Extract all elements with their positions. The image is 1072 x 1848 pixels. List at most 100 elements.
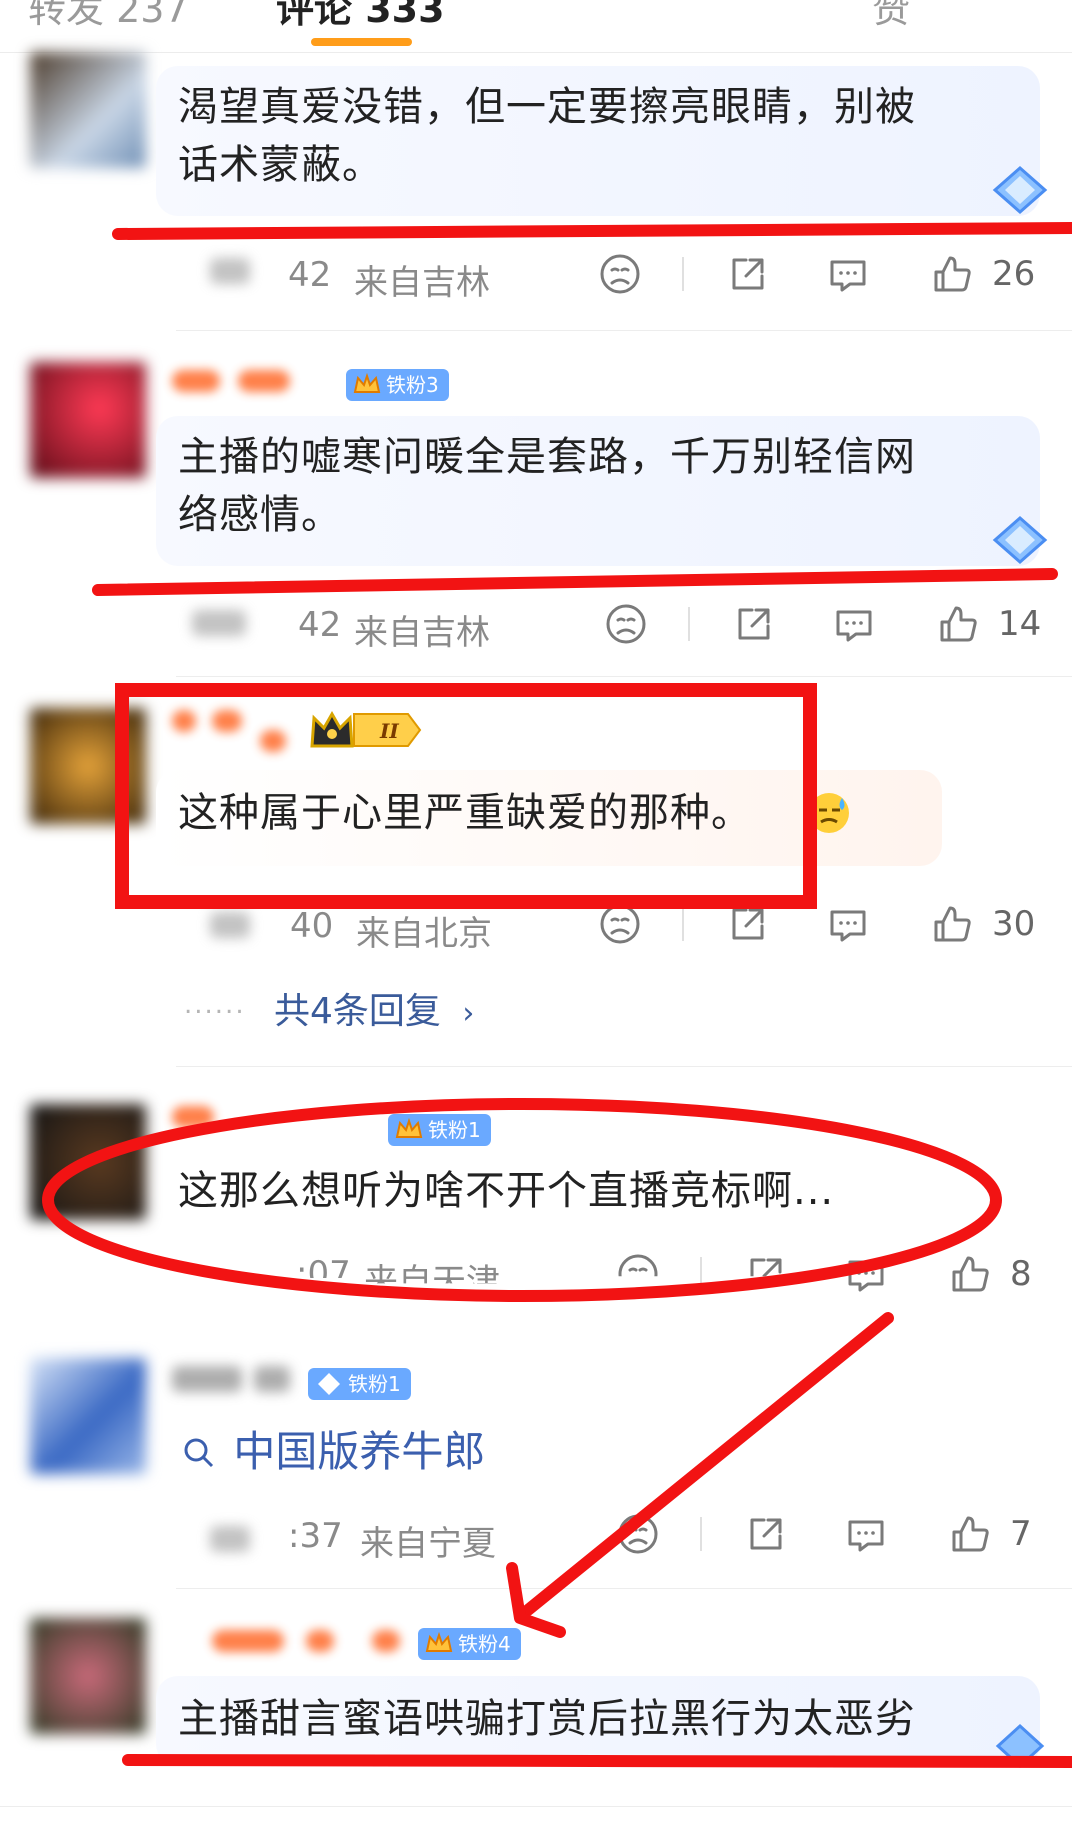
vip-crown-badge-icon: II: [310, 710, 422, 748]
active-tab-indicator: [311, 38, 412, 46]
like-count: 14: [998, 604, 1042, 644]
avatar[interactable]: [30, 1358, 146, 1474]
view-replies-link[interactable]: 共4条回复 ›: [274, 982, 474, 1034]
red-annotations: [42, 222, 1072, 1768]
username-blurred: [210, 258, 250, 284]
comment-separator: [176, 1588, 1072, 1589]
arrow-annotation: [522, 1312, 894, 1616]
badge-label: 铁粉3: [386, 373, 439, 397]
username-blurred: [192, 610, 246, 636]
avatar[interactable]: [30, 362, 146, 478]
comment-time: :07: [296, 1254, 351, 1294]
comment-separator: [176, 676, 1072, 677]
username-blurred: [260, 730, 286, 752]
username-blurred: [372, 1630, 400, 1652]
avatar[interactable]: [30, 1104, 146, 1220]
comment-text: 这那么想听为啥不开个直播竞标啊...: [178, 1168, 835, 1214]
tab-comments[interactable]: 评论 333: [276, 0, 445, 33]
share-icon[interactable]: [726, 902, 770, 946]
dislike-face-icon[interactable]: [598, 902, 642, 946]
action-divider: [700, 1257, 702, 1291]
username-blurred: [172, 710, 196, 732]
avatar[interactable]: [30, 708, 146, 824]
dislike-face-icon[interactable]: [598, 252, 642, 296]
diamond-decoration-icon: [995, 1723, 1045, 1769]
comment-text: 主播甜言蜜语哄骗打赏后拉黑行为太恶劣: [178, 1696, 916, 1742]
avatar[interactable]: [30, 52, 146, 168]
username-blurred: [172, 1106, 214, 1128]
like-count: 26: [992, 254, 1036, 294]
username-blurred: [210, 912, 250, 938]
avatar[interactable]: [30, 1618, 146, 1734]
comment-location: 来自天津: [364, 1262, 500, 1302]
username-blurred: [172, 1366, 242, 1392]
fan-badge: 铁粉3: [346, 369, 449, 401]
like-count: 30: [992, 904, 1036, 944]
diamond-icon: [318, 1373, 340, 1395]
comment-time: :37: [288, 1516, 343, 1556]
reply-icon[interactable]: [844, 1252, 888, 1296]
comment-location: 来自吉林: [354, 263, 490, 303]
comment-text: 渴望真爱没错，但一定要擦亮眼睛，别被: [178, 84, 916, 130]
tab-reposts[interactable]: 转发 237: [28, 0, 189, 33]
comment-separator: [176, 330, 1072, 331]
like-thumb-icon[interactable]: [930, 252, 974, 296]
header-divider: [0, 52, 1072, 53]
underline-annotation: [92, 568, 1058, 596]
replies-count: 共4条回复: [274, 991, 441, 1032]
footer-separator: [0, 1806, 1072, 1807]
dislike-face-icon[interactable]: [616, 1252, 660, 1296]
action-divider: [700, 1517, 702, 1551]
username-blurred: [212, 1630, 284, 1652]
like-thumb-icon[interactable]: [948, 1252, 992, 1296]
comment-text: 络感情。: [178, 492, 342, 538]
comment-time: 40: [290, 906, 334, 946]
diamond-decoration-icon: [992, 166, 1048, 214]
badge-label: 铁粉1: [348, 1372, 401, 1396]
sweat-emoji-icon: [809, 793, 849, 833]
username-blurred: [306, 1630, 334, 1652]
reply-icon[interactable]: [826, 252, 870, 296]
crown-icon: [395, 1117, 423, 1138]
search-topic-text: 中国版养牛郎: [233, 1427, 486, 1476]
fan-badge: 铁粉1: [388, 1114, 491, 1146]
underline-annotation: [112, 222, 1072, 240]
svg-text:II: II: [379, 719, 399, 743]
like-count: 8: [1010, 1254, 1032, 1294]
badge-label: 铁粉1: [428, 1118, 481, 1142]
like-count: 7: [1010, 1514, 1032, 1554]
comment-text: 这种属于心里严重缺爱的那种。: [178, 790, 752, 836]
reply-icon[interactable]: [832, 602, 876, 646]
crown-icon: [425, 1631, 453, 1652]
share-icon[interactable]: [726, 252, 770, 296]
comment-separator: [176, 1066, 1072, 1067]
search-topic-link[interactable]: 中国版养牛郎: [182, 1418, 485, 1479]
username-blurred: [254, 1366, 290, 1392]
dislike-face-icon[interactable]: [616, 1512, 660, 1556]
action-divider: [682, 907, 684, 941]
crown-icon: [353, 372, 381, 393]
tab-likes[interactable]: 赞: [872, 0, 910, 33]
share-icon[interactable]: [732, 602, 776, 646]
comment-text: 话术蒙蔽。: [178, 142, 383, 188]
username-blurred: [210, 1526, 250, 1552]
comment-text: 主播的嘘寒问暖全是套路，千万别轻信网: [178, 434, 916, 480]
username-blurred: [212, 710, 242, 732]
comment-time: 42: [298, 605, 342, 645]
diamond-decoration-icon: [992, 516, 1048, 564]
share-icon[interactable]: [744, 1512, 788, 1556]
like-thumb-icon[interactable]: [936, 602, 980, 646]
badge-label: 铁粉4: [458, 1632, 511, 1656]
search-icon: [184, 1438, 214, 1468]
username-blurred: [238, 370, 290, 392]
comment-time: 42: [288, 255, 332, 295]
like-thumb-icon[interactable]: [930, 902, 974, 946]
username-blurred: [172, 370, 220, 392]
comment-location: 来自北京: [356, 914, 492, 954]
dislike-face-icon[interactable]: [604, 602, 648, 646]
like-thumb-icon[interactable]: [948, 1512, 992, 1556]
share-icon[interactable]: [744, 1252, 788, 1296]
fan-badge: 铁粉1: [308, 1368, 411, 1400]
reply-icon[interactable]: [844, 1512, 888, 1556]
reply-icon[interactable]: [826, 902, 870, 946]
